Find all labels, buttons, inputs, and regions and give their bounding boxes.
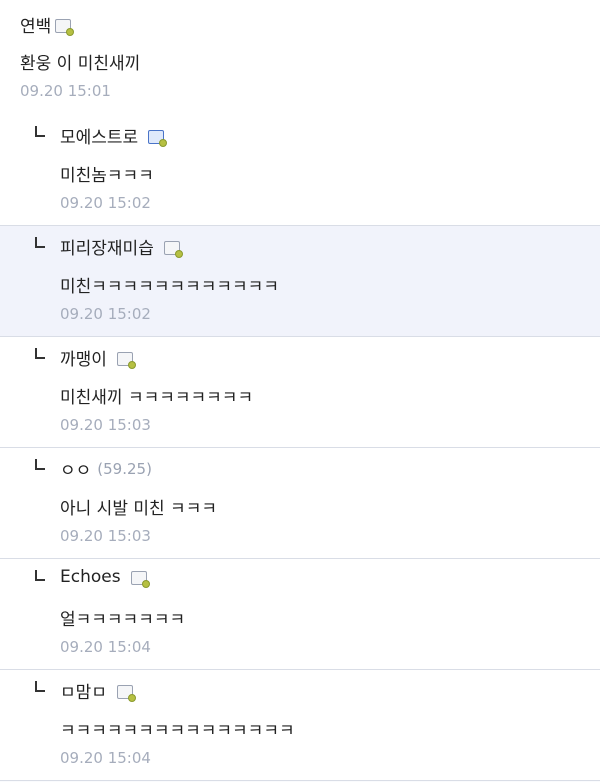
reply-item: 모에스트로 미친놈ㅋㅋㅋ 09.20 15:02 <box>0 115 600 226</box>
post-author-name[interactable]: 연백 <box>20 17 51 37</box>
comment-list: 연백 환웅 이 미친새끼 09.20 15:01 모에스트로 미친놈ㅋㅋㅋ 09… <box>0 0 600 782</box>
reply-author-ip: (59.25) <box>97 459 152 478</box>
reply-item: ㅇㅇ (59.25) 아니 시발 미친 ㅋㅋㅋ 09.20 15:03 <box>0 448 600 559</box>
reply-body: 미친놈ㅋㅋㅋ <box>60 166 154 186</box>
reply-author-name[interactable]: 피리장재미습 <box>60 234 154 259</box>
reply-author[interactable]: 모에스트로 <box>60 123 168 148</box>
reply-arrow-icon <box>35 459 45 470</box>
memo-icon <box>163 240 183 258</box>
reply-arrow-icon <box>35 570 45 581</box>
reply-item: ㅁ맘ㅁ ㅋㅋㅋㅋㅋㅋㅋㅋㅋㅋㅋㅋㅋㅋㅋ 09.20 15:04 <box>0 670 600 781</box>
reply-body: 아니 시발 미친 ㅋㅋㅋ <box>60 499 217 519</box>
reply-item: 피리장재미습 미친ㅋㅋㅋㅋㅋㅋㅋㅋㅋㅋㅋㅋ 09.20 15:02 <box>0 226 600 337</box>
memo-icon <box>55 19 75 36</box>
reply-body: 미친새끼 ㅋㅋㅋㅋㅋㅋㅋㅋ <box>60 388 254 408</box>
reply-body: ㅋㅋㅋㅋㅋㅋㅋㅋㅋㅋㅋㅋㅋㅋㅋ <box>60 721 295 741</box>
memo-icon <box>148 129 168 147</box>
post-body: 환웅 이 미친새끼 <box>20 54 141 74</box>
reply-author[interactable]: ㅁ맘ㅁ <box>60 678 136 703</box>
reply-author[interactable]: ㅇㅇ (59.25) <box>60 456 152 482</box>
reply-arrow-icon <box>35 681 45 692</box>
memo-icon <box>130 571 150 588</box>
reply-time: 09.20 15:03 <box>60 416 151 434</box>
memo-icon <box>116 684 136 702</box>
reply-time: 09.20 15:02 <box>60 194 151 212</box>
reply-body: 미친ㅋㅋㅋㅋㅋㅋㅋㅋㅋㅋㅋㅋ <box>60 277 279 297</box>
reply-item: Echoes 얼ㅋㅋㅋㅋㅋㅋㅋ 09.20 15:04 <box>0 559 600 670</box>
reply-time: 09.20 15:04 <box>60 638 151 656</box>
reply-body: 얼ㅋㅋㅋㅋㅋㅋㅋ <box>60 610 186 630</box>
reply-author-name[interactable]: Echoes <box>60 567 121 587</box>
reply-author-name[interactable]: 까맹이 <box>60 345 107 370</box>
post-author[interactable]: 연백 <box>20 12 75 37</box>
reply-time: 09.20 15:03 <box>60 527 151 545</box>
reply-arrow-icon <box>35 348 45 359</box>
reply-author-name[interactable]: ㅇㅇ <box>60 456 91 481</box>
reply-arrow-icon <box>35 126 45 137</box>
reply-author-name[interactable]: ㅁ맘ㅁ <box>60 678 107 703</box>
post-time: 09.20 15:01 <box>20 82 111 100</box>
reply-item: 까맹이 미친새끼 ㅋㅋㅋㅋㅋㅋㅋㅋ 09.20 15:03 <box>0 337 600 448</box>
main-post: 연백 환웅 이 미친새끼 09.20 15:01 <box>0 0 600 116</box>
reply-arrow-icon <box>35 237 45 248</box>
reply-author-name[interactable]: 모에스트로 <box>60 123 138 148</box>
reply-time: 09.20 15:02 <box>60 305 151 323</box>
reply-author[interactable]: 까맹이 <box>60 345 136 370</box>
reply-author[interactable]: 피리장재미습 <box>60 234 183 259</box>
memo-icon <box>116 351 136 369</box>
reply-time: 09.20 15:04 <box>60 749 151 767</box>
reply-author[interactable]: Echoes <box>60 567 150 588</box>
